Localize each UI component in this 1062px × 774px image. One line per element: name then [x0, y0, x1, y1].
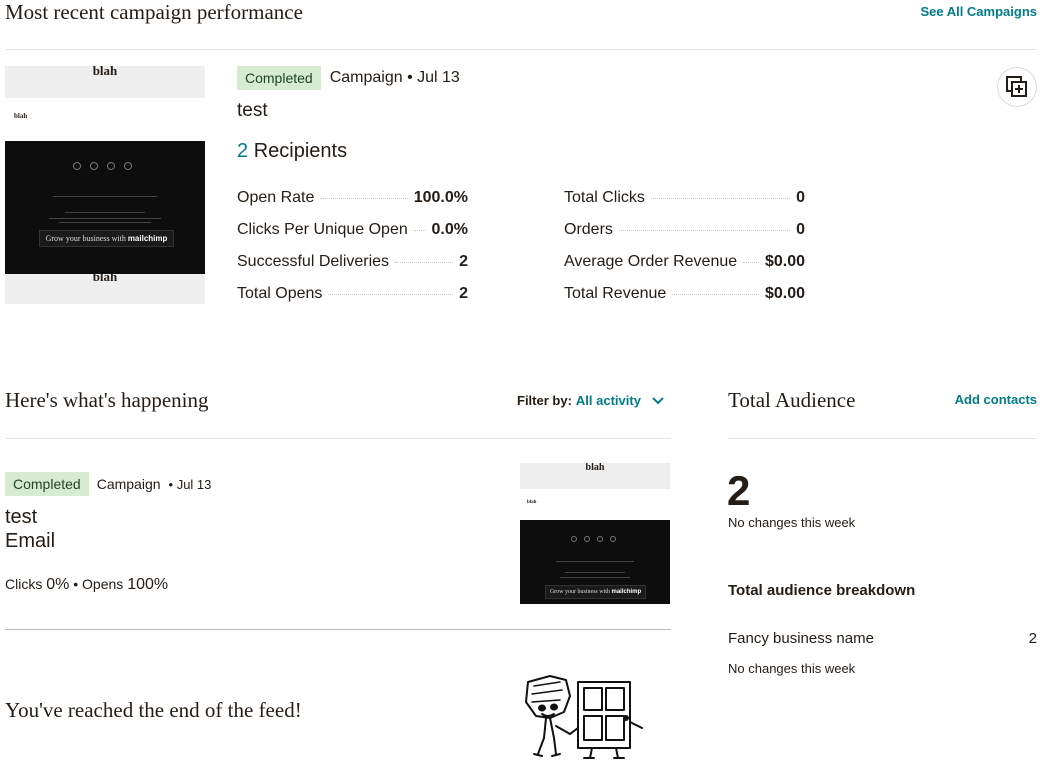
feed-filter[interactable]: Filter by: All activity	[517, 393, 665, 408]
feed-item-name[interactable]: test	[5, 506, 37, 529]
status-badge: Completed	[237, 66, 321, 90]
feed-item-date: • Jul 13	[168, 476, 212, 492]
recent-campaign-heading: Most recent campaign performance	[5, 0, 303, 24]
thumbnail-footer: Grow your business with mailchimp	[5, 141, 205, 274]
chevron-down-icon	[652, 396, 664, 404]
social-icons	[73, 162, 132, 170]
campaign-status-row: Completed Campaign • Jul 13	[237, 66, 460, 90]
stat-successful-deliveries: Successful Deliveries 2	[237, 253, 468, 270]
feed-thumbnail-white-band: blah	[520, 489, 670, 520]
twitter-icon	[584, 536, 590, 542]
audience-count-note: No changes this week	[728, 515, 856, 530]
feed-end-divider	[5, 629, 671, 630]
feed-divider	[5, 438, 671, 439]
breakdown-item-count: 2	[1028, 630, 1037, 647]
breakdown-item: Fancy business name 2	[728, 630, 1037, 647]
stat-clicks-per-unique-open: Clicks Per Unique Open 0.0%	[237, 221, 468, 238]
stat-average-order-revenue: Average Order Revenue $0.00	[564, 253, 805, 270]
campaign-meta: Campaign • Jul 13	[329, 69, 460, 86]
website-icon	[124, 162, 132, 170]
breakdown-heading: Total audience breakdown	[728, 582, 916, 599]
breakdown-item-name[interactable]: Fancy business name	[728, 630, 874, 647]
audience-heading: Total Audience	[728, 388, 856, 412]
thumbnail-white-band: blah	[5, 98, 205, 141]
end-of-feed-illustration	[525, 675, 643, 759]
thumbnail-brand-small: blah	[14, 112, 28, 120]
feed-thumbnail-footer: Grow your business with mailchimp	[520, 520, 670, 604]
filter-value[interactable]: All activity	[576, 393, 641, 408]
audience-divider	[728, 438, 1037, 439]
facebook-icon	[571, 536, 577, 542]
breakdown-item-note: No changes this week	[728, 661, 856, 676]
stat-total-revenue: Total Revenue $0.00	[564, 285, 805, 302]
filter-label: Filter by:	[517, 393, 572, 408]
campaign-email-thumbnail[interactable]: blah blah Grow your business with mailch…	[5, 66, 205, 304]
thumbnail-brand-top: blah	[92, 66, 118, 78]
recipients-count: 2	[237, 140, 249, 162]
feed-email-thumbnail[interactable]: blah blah Grow your business with mailch…	[520, 463, 670, 604]
feed-thumbnail-brand-small: blah	[527, 500, 537, 505]
stat-open-rate: Open Rate 100.0%	[237, 189, 468, 206]
feed-item-kind: Email	[5, 530, 56, 552]
top-divider	[5, 49, 1037, 50]
recipients-summary: 2 Recipients	[237, 140, 347, 163]
feed-status-badge: Completed	[5, 472, 89, 496]
stat-total-opens: Total Opens 2	[237, 285, 468, 302]
stat-total-clicks: Total Clicks 0	[564, 189, 805, 206]
twitter-icon	[90, 162, 98, 170]
feed-item-meta: Completed Campaign • Jul 13	[5, 472, 211, 496]
website-icon	[610, 536, 616, 542]
feed-thumbnail-brand-top: blah	[585, 463, 605, 473]
audience-count: 2	[727, 467, 751, 514]
campaign-name[interactable]: test	[237, 100, 268, 122]
feed-mailchimp-badge: Grow your business with mailchimp	[545, 585, 646, 599]
stat-orders: Orders 0	[564, 221, 805, 238]
facebook-icon	[73, 162, 81, 170]
recipients-label: Recipients	[253, 140, 348, 162]
feed-heading: Here's what's happening	[5, 388, 209, 412]
instagram-icon	[597, 536, 603, 542]
feed-item-type: Campaign	[96, 476, 161, 492]
see-all-campaigns-link[interactable]: See All Campaigns	[920, 4, 1037, 19]
mailchimp-badge: Grow your business with mailchimp	[39, 230, 174, 247]
feed-end-text: You've reached the end of the feed!	[5, 698, 302, 722]
feed-item-stats: Clicks 0% • Opens 100%	[5, 576, 169, 593]
replicate-icon	[1006, 76, 1027, 97]
instagram-icon	[107, 162, 115, 170]
replicate-campaign-button[interactable]	[997, 67, 1037, 107]
add-contacts-link[interactable]: Add contacts	[955, 392, 1037, 407]
feed-social-icons	[571, 536, 616, 542]
